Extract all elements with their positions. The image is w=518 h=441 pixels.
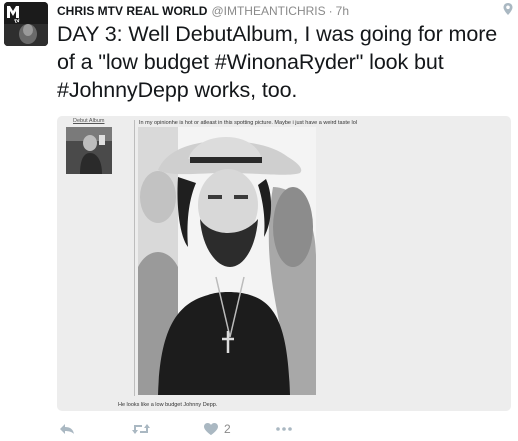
- separator-dot: ·: [328, 4, 333, 18]
- location-pin-icon[interactable]: [502, 2, 514, 16]
- media-caption-bottom: He looks like a low budget Johnny Depp.: [118, 402, 218, 408]
- media-username: Debut Album: [73, 118, 105, 124]
- reply-button[interactable]: [59, 423, 75, 435]
- more-icon: [276, 427, 292, 431]
- like-count: 2: [224, 422, 231, 436]
- media-profile-thumbnail: [66, 127, 112, 174]
- media-divider: [134, 120, 135, 396]
- avatar[interactable]: tv: [4, 2, 48, 46]
- like-button[interactable]: 2: [204, 422, 231, 436]
- user-handle[interactable]: @IMTHEANTICHRIS: [211, 4, 325, 18]
- more-button[interactable]: [276, 427, 292, 431]
- tweet: tv CHRIS MTV REAL WORLD @IMTHEANTICHRIS …: [0, 0, 518, 441]
- heart-icon: [204, 423, 218, 435]
- tweet-media[interactable]: Debut Album In my opinionhe is hot or at…: [57, 116, 511, 411]
- reply-icon: [60, 424, 74, 434]
- media-caption-top: In my opinionhe is hot or atleast in thi…: [139, 120, 357, 126]
- timestamp[interactable]: 7h: [336, 4, 349, 18]
- tweet-actions: 2: [57, 420, 357, 438]
- retweet-button[interactable]: [132, 423, 150, 435]
- display-name[interactable]: CHRIS MTV REAL WORLD: [57, 4, 207, 18]
- tweet-header: CHRIS MTV REAL WORLD @IMTHEANTICHRIS · 7…: [57, 3, 349, 19]
- media-photo[interactable]: [138, 127, 316, 395]
- retweet-icon: [132, 424, 150, 434]
- mtv-logo: tv: [4, 2, 48, 46]
- tweet-text: DAY 3: Well DebutAlbum, I was going for …: [57, 22, 498, 102]
